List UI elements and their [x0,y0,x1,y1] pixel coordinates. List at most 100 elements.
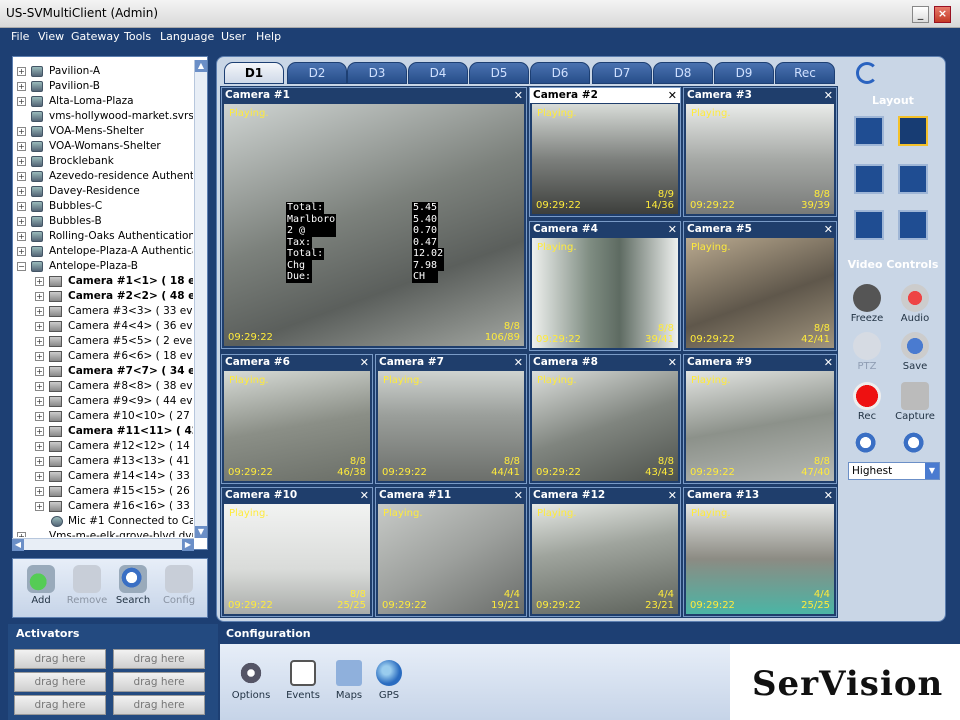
expand-icon[interactable]: + [35,322,44,331]
tree-site-item[interactable]: + VOA-Womans-Shelter [13,139,193,154]
expand-icon[interactable]: + [35,397,44,406]
layout-custom-icon[interactable] [898,116,928,146]
zoom-in-button[interactable] [844,430,890,459]
camera-video[interactable]: Playing. 09:29:22 8/8 42/41 [686,238,834,348]
scroll-down-icon[interactable]: ▼ [195,526,207,538]
tree-camera-item[interactable]: + Camera #6<6> ( 18 events ) [13,349,193,364]
expand-icon[interactable]: + [17,247,26,256]
collapse-icon[interactable]: − [17,262,26,271]
expand-icon[interactable]: + [35,382,44,391]
tab-d3[interactable]: D3 [347,62,407,84]
close-icon[interactable]: ✕ [514,88,523,103]
tree-camera-item[interactable]: + Camera #3<3> ( 33 events ) [13,304,193,319]
camera-video[interactable]: Playing. 09:29:22 4/4 25/25 [686,504,834,614]
camera-video[interactable]: Playing. 09:29:22 8/8 25/25 [224,504,370,614]
close-icon[interactable]: ✕ [514,488,523,503]
gps-button[interactable]: GPS [364,660,414,701]
tree-camera-item[interactable]: + Camera #13<13> ( 41 event [13,454,193,469]
tree-camera-item[interactable]: + Camera #11<11> ( 42 event [13,424,193,439]
camera-video[interactable]: Playing. 09:29:22 8/8 44/41 [378,371,524,481]
freeze-button[interactable]: Freeze [844,284,890,324]
site-tree[interactable]: + Pavilion-A + Pavilion-B + Alta-Loma-Plaza vm… [12,56,208,550]
tree-site-item[interactable]: + Davey-Residence [13,184,193,199]
layout-4x4-icon[interactable] [854,116,884,146]
activator-drop-slot[interactable]: drag here [14,672,106,692]
scroll-up-icon[interactable]: ▲ [195,60,207,72]
expand-icon[interactable]: + [17,187,26,196]
expand-icon[interactable]: + [17,67,26,76]
close-icon[interactable]: ✕ [360,355,369,370]
camera-video[interactable]: Playing. 09:29:22 8/9 14/36 [532,104,678,214]
expand-icon[interactable]: + [17,172,26,181]
camera-tile[interactable]: Camera #1 ✕ Playing. 09:29:22 8/8 106/89 Total… [221,87,527,349]
menu-view[interactable]: View [38,30,64,43]
tree-camera-item[interactable]: + Camera #5<5> ( 2 events ) [13,334,193,349]
activator-drop-slot[interactable]: drag here [113,649,205,669]
tree-site-item[interactable]: − Antelope-Plaza-B [13,259,193,274]
tree-camera-item[interactable]: + Camera #8<8> ( 38 events ) [13,379,193,394]
config-button[interactable]: Config [155,565,203,606]
capture-button[interactable]: Capture [892,382,938,422]
activator-drop-slot[interactable]: drag here [14,649,106,669]
tree-site-item[interactable]: + Brocklebank [13,154,193,169]
refresh-icon[interactable] [856,62,878,84]
camera-tile[interactable]: Camera #7 ✕ Playing. 09:29:22 8/8 44/41 [375,354,527,484]
tab-d4[interactable]: D4 [408,62,468,84]
tree-camera-item[interactable]: + Camera #10<10> ( 27 event [13,409,193,424]
camera-tile[interactable]: Camera #13 ✕ Playing. 09:29:22 4/4 25/25 [683,487,837,617]
close-icon[interactable]: × [934,6,951,23]
camera-video[interactable]: Playing. 09:29:22 8/8 39/39 [686,104,834,214]
add-button[interactable]: Add [17,565,65,606]
tree-site-item[interactable]: + Alta-Loma-Plaza [13,94,193,109]
tree-camera-item[interactable]: + Camera #12<12> ( 14 event [13,439,193,454]
activator-drop-slot[interactable]: drag here [14,695,106,715]
expand-icon[interactable]: + [35,427,44,436]
expand-icon[interactable]: + [35,442,44,451]
tree-camera-item[interactable]: + Camera #7<7> ( 34 events [13,364,193,379]
menu-file[interactable]: File [11,30,29,43]
tree-camera-item[interactable]: + Camera #2<2> ( 48 events [13,289,193,304]
camera-video[interactable]: Playing. 09:29:22 4/4 19/21 [378,504,524,614]
save-button[interactable]: Save [892,332,938,372]
tree-site-item[interactable]: + Antelope-Plaza-A Authentication [13,244,193,259]
expand-icon[interactable]: + [35,472,44,481]
activator-drop-slot[interactable]: drag here [113,672,205,692]
layout-2x2-icon[interactable] [898,164,928,194]
tab-rec[interactable]: Rec [775,62,835,84]
tab-d9[interactable]: D9 [714,62,774,84]
close-icon[interactable]: ✕ [668,355,677,370]
tree-vertical-scrollbar[interactable]: ▲ ▼ [194,60,207,538]
expand-icon[interactable]: + [17,157,26,166]
camera-tile[interactable]: Camera #4 ✕ Playing. 09:29:22 8/8 39/41 [529,221,681,351]
tab-d1[interactable]: D1 [224,62,284,84]
layout-single-icon[interactable] [854,210,884,240]
tree-site-item[interactable]: + Azevedo-residence Authenticat [13,169,193,184]
menu-language[interactable]: Language [160,30,214,43]
expand-icon[interactable]: + [17,127,26,136]
expand-icon[interactable]: + [17,217,26,226]
ptz-button[interactable]: PTZ [844,332,890,372]
expand-icon[interactable]: + [35,457,44,466]
tree-mic-item[interactable]: Mic #1 Connected to Camer [13,514,193,529]
menu-gateway[interactable]: Gateway [71,30,120,43]
menu-user[interactable]: User [221,30,246,43]
close-icon[interactable]: ✕ [824,355,833,370]
camera-tile[interactable]: Camera #6 ✕ Playing. 09:29:22 8/8 46/38 [221,354,373,484]
minimize-icon[interactable]: _ [912,6,929,23]
menu-help[interactable]: Help [256,30,281,43]
tree-site-item[interactable]: + VOA-Mens-Shelter [13,124,193,139]
expand-icon[interactable]: + [35,352,44,361]
close-icon[interactable]: ✕ [668,488,677,503]
close-icon[interactable]: ✕ [824,222,833,237]
tree-camera-item[interactable]: + Camera #9<9> ( 44 events ) [13,394,193,409]
scroll-right-icon[interactable]: ▶ [182,539,194,551]
remove-button[interactable]: Remove [63,565,111,606]
expand-icon[interactable]: + [35,502,44,511]
camera-video[interactable]: Playing.09:29:228/8106/89Total:5.45 TTMa… [224,104,524,346]
tree-site-item[interactable]: vms-hollywood-market.svrsnd.c [13,109,193,124]
menu-tools[interactable]: Tools [124,30,151,43]
expand-icon[interactable]: + [17,232,26,241]
audio-button[interactable]: Audio [892,284,938,324]
tab-d5[interactable]: D5 [469,62,529,84]
tree-camera-item[interactable]: + Camera #16<16> ( 33 event [13,499,193,514]
